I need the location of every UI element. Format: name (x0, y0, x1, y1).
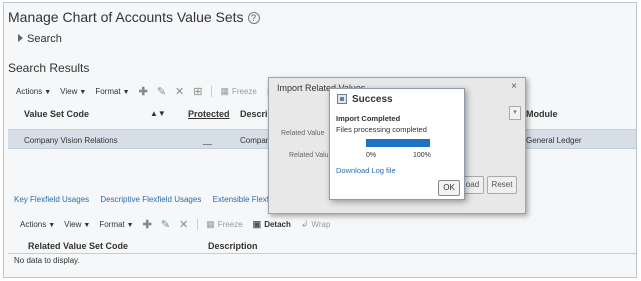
cell-protected: __ (203, 136, 212, 145)
success-dialog-icon (337, 94, 347, 104)
detail-toolbar: Actions ▼ View ▼ Format ▼ ✚ ✎ ✕ ▦ Freeze ▣ De… (20, 215, 330, 233)
search-section-toggle[interactable]: Search (18, 33, 62, 45)
cell-description: Compan (240, 136, 271, 145)
page-title-text: Manage Chart of Accounts Value Sets (8, 9, 244, 25)
column-header-related-description[interactable]: Description (208, 241, 258, 251)
empty-table-message: No data to display. (14, 256, 80, 265)
wrap-icon: ↲ (300, 218, 309, 229)
page-title: Manage Chart of Accounts Value Sets? (8, 9, 260, 25)
actions-menu[interactable]: Actions ▼ (16, 87, 51, 96)
column-header-value-set-code[interactable]: Value Set Code (24, 109, 89, 119)
progress-min-label: 0% (366, 152, 377, 159)
tab-key-flexfield-usages[interactable]: Key Flexfield Usages (14, 195, 89, 204)
usage-tabs: Key Flexfield Usages Descriptive Flexfie… (14, 195, 311, 204)
results-toolbar: Actions▼ View▼ Format▼ ✚ ✎ ✕ ⊞ ▦Freeze ▣ (16, 82, 278, 100)
column-header-related-value-set-code[interactable]: Related Value Set Code (28, 241, 128, 251)
search-label: Search (27, 33, 62, 45)
wrap-button[interactable]: ↲ Wrap (301, 219, 331, 230)
related-value-label-2: Related Value (289, 152, 333, 159)
detail-edit-icon[interactable]: ✎ (161, 218, 170, 231)
column-header-protected[interactable]: Protected (188, 109, 230, 119)
close-icon[interactable]: × (511, 81, 517, 92)
edit-icon[interactable]: ✎ (157, 85, 166, 98)
detail-delete-icon[interactable]: ✕ (179, 218, 188, 231)
view-menu[interactable]: View ▼ (60, 87, 86, 96)
application-frame: Manage Chart of Accounts Value Sets? Sea… (3, 2, 637, 278)
freeze-icon: ▦ (206, 218, 215, 229)
delete-icon[interactable]: ✕ (175, 85, 184, 98)
progress-bar (366, 139, 430, 147)
progress-bar-fill (366, 139, 430, 147)
detail-actions-menu[interactable]: Actions ▼ (20, 220, 55, 229)
export-icon[interactable]: ⊞ (193, 85, 202, 98)
freeze-icon: ▦ (220, 85, 229, 96)
column-header-module[interactable]: Module (526, 109, 558, 119)
detach-button[interactable]: ▣ Detach (253, 219, 291, 230)
search-results-title: Search Results (8, 61, 90, 75)
add-icon[interactable]: ✚ (139, 85, 148, 98)
ok-button[interactable]: OK (438, 180, 460, 196)
select-dropdown[interactable]: ▾ (509, 106, 521, 120)
help-icon[interactable]: ? (247, 12, 260, 24)
reset-button[interactable]: Reset (487, 176, 517, 194)
expand-triangle-icon (18, 34, 23, 42)
cell-module: General Ledger (526, 136, 582, 145)
detach-icon: ▣ (252, 218, 262, 229)
tab-descriptive-flexfield-usages[interactable]: Descriptive Flexfield Usages (100, 195, 201, 204)
detail-format-menu[interactable]: Format ▼ (99, 220, 133, 229)
toolbar-divider (211, 85, 213, 97)
sort-icons[interactable]: ▲▼ (150, 109, 166, 118)
success-dialog: Success Import Completed Files processin… (329, 88, 465, 200)
cell-value-set-code: Company Vision Relations (24, 136, 118, 145)
download-log-link[interactable]: Download Log file (336, 166, 396, 175)
related-value-label-1: Related Value (281, 130, 325, 137)
related-values-table-header: Related Value Set Code Description (8, 238, 636, 254)
format-menu[interactable]: Format ▼ (95, 87, 129, 96)
processing-message: Files processing completed (336, 125, 427, 134)
freeze-button[interactable]: ▦ Freeze (220, 86, 256, 97)
import-status: Import Completed (336, 114, 401, 123)
detail-freeze-button[interactable]: ▦ Freeze (206, 219, 242, 230)
upload-button[interactable]: oad (462, 176, 484, 194)
progress-max-label: 100% (413, 152, 431, 159)
detail-add-icon[interactable]: ✚ (143, 218, 152, 231)
toolbar-divider (197, 218, 199, 230)
detail-view-menu[interactable]: View ▼ (64, 220, 90, 229)
success-title: Success (352, 94, 393, 105)
